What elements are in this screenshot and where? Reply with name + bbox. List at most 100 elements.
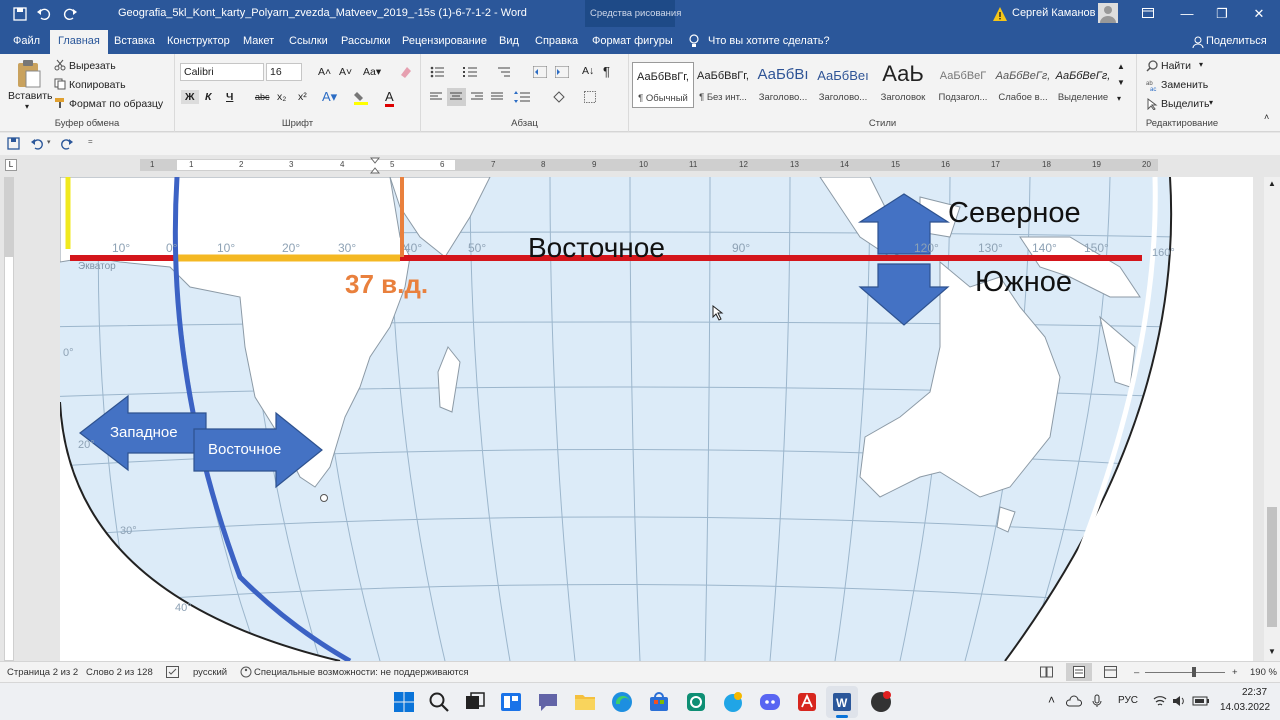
font-name-select[interactable]: Calibri (180, 63, 264, 81)
save-icon[interactable] (7, 137, 20, 150)
input-language[interactable]: РУС (1118, 695, 1138, 706)
west-arrow-label[interactable]: Западное (110, 424, 178, 441)
south-label[interactable]: Южное (975, 266, 1072, 299)
customize-qat-icon[interactable]: = (88, 137, 93, 146)
equator-line-label[interactable]: Восточное (528, 232, 665, 264)
align-left-icon[interactable] (430, 92, 442, 102)
tab-selector[interactable]: L (5, 159, 17, 171)
redo-icon[interactable] (62, 6, 78, 22)
styles-scroll-up[interactable]: ▲ (1117, 62, 1125, 71)
tab-file[interactable]: Файл (13, 35, 40, 47)
undo-icon[interactable] (30, 137, 44, 150)
scroll-down-icon[interactable]: ▼ (1268, 647, 1276, 656)
indent-marker-icon[interactable] (370, 157, 380, 175)
document-page[interactable]: Восточное Экватор 37 в.д. Северное Южное… (60, 177, 1253, 661)
file-explorer-icon[interactable] (573, 690, 597, 714)
wifi-icon[interactable] (1153, 695, 1167, 707)
shrink-font-button[interactable]: A˅ (339, 66, 352, 78)
battery-icon[interactable] (1192, 695, 1210, 707)
show-marks-button[interactable]: ¶ (603, 64, 610, 79)
collapse-ribbon-icon[interactable]: ˄ (1264, 112, 1269, 122)
widgets-icon[interactable] (499, 690, 523, 714)
style-heading2[interactable]: АаБбВеı Заголово... (812, 62, 874, 108)
cut-button[interactable]: Вырезать (69, 60, 116, 72)
tab-mailings[interactable]: Рассылки (341, 35, 390, 47)
edge-browser-icon[interactable] (610, 690, 634, 714)
style-heading1[interactable]: АаБбВı Заголово... (752, 62, 814, 108)
undo-dropdown-icon[interactable]: ▾ (47, 138, 51, 146)
onedrive-icon[interactable] (1066, 695, 1082, 707)
redo-icon[interactable] (60, 137, 74, 150)
chat-icon[interactable] (536, 690, 560, 714)
word-count[interactable]: Слово 2 из 128 (86, 667, 153, 678)
warning-icon[interactable] (992, 6, 1008, 22)
change-case-button[interactable]: Aa▾ (363, 66, 381, 78)
font-color-button[interactable]: A (385, 89, 394, 107)
styles-more[interactable]: ▾ (1117, 94, 1121, 103)
tab-shape-format[interactable]: Формат фигуры (592, 35, 673, 47)
proofing-icon[interactable] (166, 666, 179, 678)
acrobat-icon[interactable] (795, 690, 819, 714)
search-icon[interactable] (427, 690, 451, 714)
store-icon[interactable] (647, 690, 671, 714)
clear-formatting-icon[interactable] (399, 65, 413, 79)
scroll-thumb[interactable] (1267, 507, 1277, 627)
line-spacing-icon[interactable] (514, 91, 530, 103)
underline-button[interactable]: Ч (226, 91, 233, 103)
style-subtle-emphasis[interactable]: АаБбВеГг, Слабое в... (992, 62, 1054, 108)
tab-references[interactable]: Ссылки (289, 35, 328, 47)
page-count[interactable]: Страница 2 из 2 (7, 667, 78, 678)
undo-icon[interactable] (36, 6, 52, 22)
app-paint-icon[interactable] (721, 690, 745, 714)
copy-button[interactable]: Копировать (69, 79, 126, 91)
tab-review[interactable]: Рецензирование (402, 35, 487, 47)
decrease-indent-icon[interactable] (533, 66, 547, 78)
increase-indent-icon[interactable] (555, 66, 569, 78)
close-button[interactable]: ✕ (1244, 0, 1274, 27)
italic-button[interactable]: К (205, 91, 211, 103)
zoom-slider[interactable] (1145, 672, 1225, 673)
clock-date[interactable]: 14.03.2022 (1220, 702, 1270, 713)
paste-button[interactable]: Вставить (8, 90, 53, 102)
tab-home[interactable]: Главная (50, 30, 108, 54)
paste-icon[interactable] (16, 59, 42, 89)
style-no-spacing[interactable]: АаБбВвГг, ¶ Без инт... (692, 62, 754, 108)
east-arrow-label[interactable]: Восточное (208, 441, 281, 458)
style-title[interactable]: АаЬ Заголовок (872, 61, 934, 108)
align-center-button[interactable] (447, 88, 466, 106)
web-layout-icon[interactable] (1104, 666, 1117, 678)
numbering-icon[interactable] (463, 66, 477, 78)
save-icon[interactable] (12, 6, 28, 22)
format-painter-button[interactable]: Формат по образцу (69, 98, 163, 110)
avatar[interactable] (1098, 3, 1118, 23)
selection-handle[interactable] (320, 494, 328, 502)
find-dropdown-icon[interactable]: ▾ (1199, 60, 1203, 69)
windows-start-icon[interactable] (392, 690, 416, 714)
zoom-out-button[interactable]: – (1134, 667, 1139, 678)
scroll-up-icon[interactable]: ▲ (1268, 179, 1276, 188)
borders-icon[interactable] (584, 91, 596, 103)
maximize-button[interactable]: ❐ (1207, 0, 1237, 27)
select-button[interactable]: Выделить (1161, 98, 1209, 110)
meridian-37-label[interactable]: 37 в.д. (345, 269, 428, 300)
grow-font-button[interactable]: A˄ (318, 66, 331, 78)
style-emphasis[interactable]: АаБбВеГг, Выделение (1052, 62, 1114, 108)
bold-button[interactable]: Ж (181, 90, 199, 104)
tell-me-search[interactable]: Что вы хотите сделать? (708, 35, 830, 47)
styles-scroll-down[interactable]: ▼ (1117, 78, 1125, 87)
user-name[interactable]: Сергей Каманов (1012, 7, 1096, 19)
superscript-button[interactable]: x² (298, 91, 307, 103)
justify-icon[interactable] (491, 92, 503, 102)
volume-icon[interactable] (1172, 695, 1186, 707)
microphone-icon[interactable] (1092, 694, 1102, 708)
task-view-icon[interactable] (463, 690, 487, 714)
style-normal[interactable]: АаБбВвГг, ¶ Обычный (632, 62, 694, 108)
minimize-button[interactable]: — (1172, 0, 1202, 27)
tab-design[interactable]: Конструктор (167, 35, 230, 47)
share-button[interactable]: Поделиться (1206, 35, 1267, 47)
language-status[interactable]: русский (193, 667, 227, 678)
vertical-scrollbar[interactable]: ▲ ▼ (1264, 177, 1280, 661)
paste-dropdown-icon[interactable]: ▾ (25, 102, 29, 111)
read-mode-icon[interactable] (1040, 666, 1053, 678)
clock-time[interactable]: 22:37 (1242, 687, 1267, 698)
